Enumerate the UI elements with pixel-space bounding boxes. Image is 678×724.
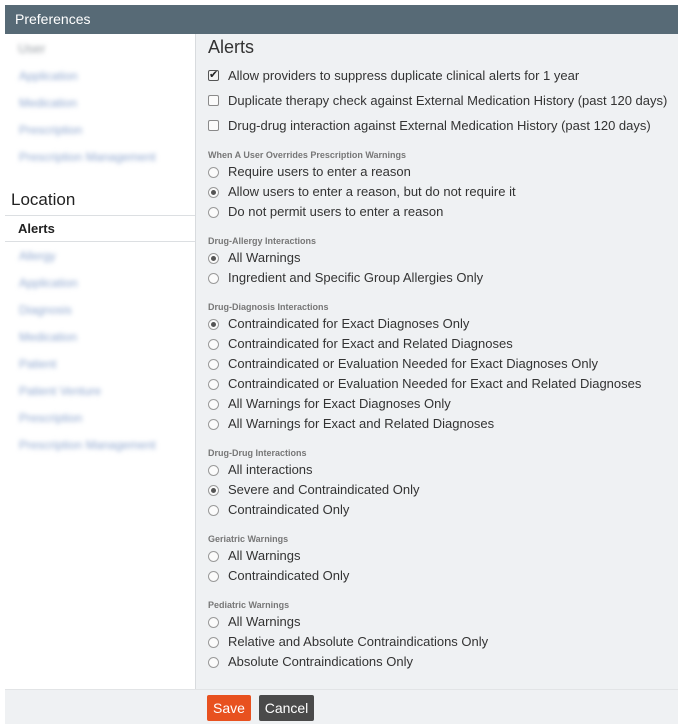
cancel-button[interactable]: Cancel [259, 695, 314, 721]
sidebar-item-prescription-management[interactable]: Prescription Management [19, 438, 156, 452]
override-require-radio[interactable] [208, 167, 219, 178]
section-override-warnings-title: When A User Overrides Prescription Warni… [208, 150, 407, 160]
drug-drug-severe-radio[interactable] [208, 485, 219, 496]
sidebar-item-allergy[interactable]: Allergy [19, 249, 56, 263]
sidebar: User Application Medication Prescription… [5, 34, 196, 689]
option-label: Do not permit users to enter a reason [228, 204, 444, 219]
sidebar-item-user-prescription[interactable]: Prescription [19, 123, 82, 137]
option-label: Contraindicated for Exact Diagnoses Only [228, 316, 470, 331]
sidebar-group-user: User [18, 41, 46, 56]
pediatric-relative-absolute-radio[interactable] [208, 637, 219, 648]
drug-allergy-all-radio[interactable] [208, 253, 219, 264]
pediatric-all-radio[interactable] [208, 617, 219, 628]
section-drug-drug-title: Drug-Drug Interactions [208, 448, 307, 458]
option-label: Contraindicated Only [228, 502, 350, 517]
suppress-duplicate-alerts-checkbox[interactable] [208, 68, 219, 81]
sidebar-item-user-prescription-management[interactable]: Prescription Management [19, 150, 156, 164]
footer-bar: Save Cancel [5, 689, 678, 724]
option-label: Contraindicated or Evaluation Needed for… [228, 356, 598, 371]
option-label: Allow providers to suppress duplicate cl… [228, 68, 580, 83]
drug-diagnosis-radio-6[interactable] [208, 419, 219, 430]
drug-drug-external-history-checkbox[interactable] [208, 120, 219, 131]
option-label: All Warnings for Exact Diagnoses Only [228, 396, 451, 411]
section-pediatric-title: Pediatric Warnings [208, 600, 290, 610]
sidebar-item-medication[interactable]: Medication [19, 330, 77, 344]
option-label: Relative and Absolute Contraindications … [228, 634, 489, 649]
sidebar-item-application[interactable]: Application [19, 276, 78, 290]
option-label: Allow users to enter a reason, but do no… [228, 184, 516, 199]
option-label: All Warnings [228, 614, 301, 629]
option-label: Drug-drug interaction against External M… [228, 118, 651, 133]
drug-diagnosis-radio-3[interactable] [208, 359, 219, 370]
option-label: Ingredient and Specific Group Allergies … [228, 270, 484, 285]
option-label: Severe and Contraindicated Only [228, 482, 420, 497]
geriatric-contraindicated-radio[interactable] [208, 571, 219, 582]
drug-drug-contraindicated-radio[interactable] [208, 505, 219, 516]
drug-drug-all-radio[interactable] [208, 465, 219, 476]
pediatric-absolute-radio[interactable] [208, 657, 219, 668]
section-drug-diagnosis-title: Drug-Diagnosis Interactions [208, 302, 329, 312]
sidebar-item-patient[interactable]: Patient [19, 357, 56, 371]
drug-diagnosis-radio-2[interactable] [208, 339, 219, 350]
option-label: Absolute Contraindications Only [228, 654, 413, 669]
option-label: All Warnings [228, 548, 301, 563]
geriatric-all-radio[interactable] [208, 551, 219, 562]
sidebar-item-user-medication[interactable]: Medication [19, 96, 77, 110]
section-drug-allergy-title: Drug-Allergy Interactions [208, 236, 317, 246]
override-allow-radio[interactable] [208, 187, 219, 198]
drug-diagnosis-radio-5[interactable] [208, 399, 219, 410]
sidebar-item-prescription[interactable]: Prescription [19, 411, 82, 425]
window-title-bar: Preferences [5, 5, 678, 34]
sidebar-location-heading: Location [11, 190, 76, 209]
option-label: Contraindicated for Exact and Related Di… [228, 336, 513, 351]
drug-diagnosis-radio-4[interactable] [208, 379, 219, 390]
alerts-panel: Alerts Allow providers to suppress dupli… [196, 34, 678, 689]
sidebar-item-alerts[interactable]: Alerts [5, 215, 195, 242]
option-label: Contraindicated or Evaluation Needed for… [228, 376, 642, 391]
section-geriatric-title: Geriatric Warnings [208, 534, 289, 544]
sidebar-item-user-application[interactable]: Application [19, 69, 78, 83]
option-label: Contraindicated Only [228, 568, 350, 583]
option-label: All Warnings [228, 250, 301, 265]
option-label: Duplicate therapy check against External… [228, 93, 668, 108]
drug-diagnosis-radio-1[interactable] [208, 319, 219, 330]
option-label: All interactions [228, 462, 313, 477]
override-do-not-permit-radio[interactable] [208, 207, 219, 218]
save-button[interactable]: Save [207, 695, 251, 721]
option-label: All Warnings for Exact and Related Diagn… [228, 416, 495, 431]
drug-allergy-ingredient-radio[interactable] [208, 273, 219, 284]
duplicate-therapy-check-checkbox[interactable] [208, 95, 219, 106]
page-title: Alerts [208, 37, 255, 57]
option-label: Require users to enter a reason [228, 164, 411, 179]
window-title: Preferences [15, 11, 91, 27]
sidebar-item-diagnosis[interactable]: Diagnosis [19, 303, 72, 317]
sidebar-item-patient-venture[interactable]: Patient Venture [19, 384, 101, 398]
